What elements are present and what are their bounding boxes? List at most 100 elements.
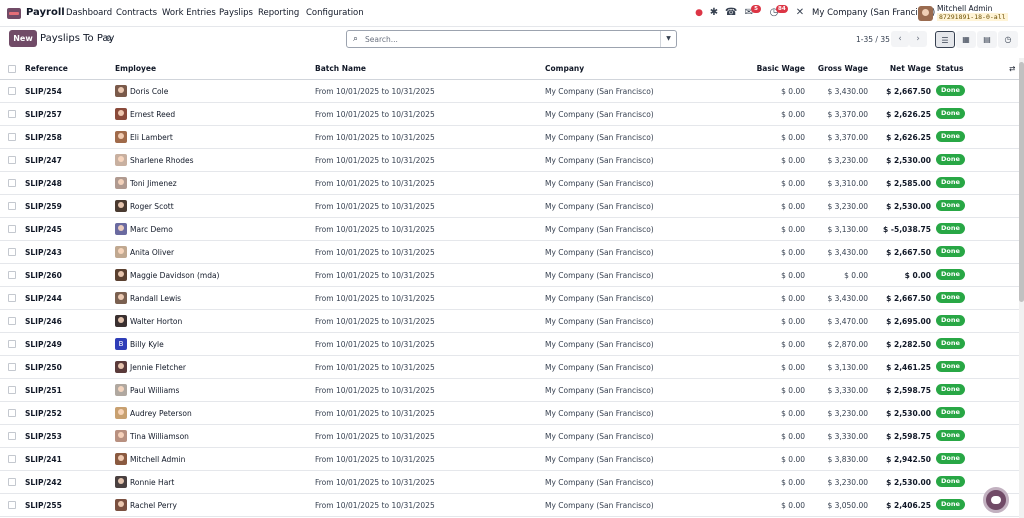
table-row[interactable]: SLIP/243 Anita Oliver From 10/01/2025 to 1…: [0, 241, 1019, 264]
cell-net-wage: $ 2,530.00: [886, 409, 931, 418]
table-row[interactable]: SLIP/248 Toni Jimenez From 10/01/2025 to 1…: [0, 172, 1019, 195]
user-avatar[interactable]: [918, 6, 933, 21]
table-row[interactable]: SLIP/251 Paul Williams From 10/01/2025 to …: [0, 379, 1019, 402]
col-basic-wage[interactable]: Basic Wage: [757, 64, 805, 73]
row-checkbox[interactable]: [8, 87, 16, 95]
col-company[interactable]: Company: [545, 64, 584, 73]
table-row[interactable]: SLIP/260 Maggie Davidson (mda) From 10/01/…: [0, 264, 1019, 287]
table-row[interactable]: SLIP/244 Randall Lewis From 10/01/2025 to …: [0, 287, 1019, 310]
menu-work-entries[interactable]: Work Entries: [162, 8, 216, 18]
cell-net-wage: $ 2,667.50: [886, 248, 931, 257]
table-row[interactable]: SLIP/247 Sharlene Rhodes From 10/01/2025 t…: [0, 149, 1019, 172]
table-row[interactable]: SLIP/255 Rachel Perry From 10/01/2025 to 1…: [0, 494, 1019, 517]
cell-gross-wage: $ 3,130.00: [827, 225, 868, 234]
cell-batch-name: From 10/01/2025 to 10/31/2025: [315, 179, 435, 188]
table-row[interactable]: SLIP/249 B Billy Kyle From 10/01/2025 to 10…: [0, 333, 1019, 356]
kanban-view-icon[interactable]: ▦: [956, 31, 976, 48]
menu-reporting[interactable]: Reporting: [258, 8, 299, 18]
app-name[interactable]: Payroll: [26, 7, 65, 18]
cell-reference: SLIP/245: [25, 225, 62, 234]
col-status[interactable]: Status: [936, 64, 963, 73]
cell-employee: Paul Williams: [130, 386, 180, 395]
chat-bubble-icon[interactable]: [983, 487, 1009, 513]
cell-basic-wage: $ 0.00: [781, 179, 805, 188]
user-name[interactable]: Mitchell Admin: [937, 4, 992, 13]
recording-dot-icon[interactable]: ●: [693, 7, 705, 19]
activity-view-icon[interactable]: ◷: [998, 31, 1018, 48]
pivot-view-icon[interactable]: ▤: [977, 31, 997, 48]
list-view-icon[interactable]: ☰: [935, 31, 955, 48]
cell-gross-wage: $ 3,470.00: [827, 317, 868, 326]
table-row[interactable]: SLIP/241 Mitchell Admin From 10/01/2025 to…: [0, 448, 1019, 471]
row-checkbox[interactable]: [8, 432, 16, 440]
row-checkbox[interactable]: [8, 478, 16, 486]
cell-gross-wage: $ 3,230.00: [827, 478, 868, 487]
row-checkbox[interactable]: [8, 179, 16, 187]
gear-icon[interactable]: ⚙: [105, 34, 112, 43]
pager-value[interactable]: 1-35 / 35: [856, 35, 890, 44]
col-employee[interactable]: Employee: [115, 64, 156, 73]
table-row[interactable]: SLIP/250 Jennie Fletcher From 10/01/2025 t…: [0, 356, 1019, 379]
row-checkbox[interactable]: [8, 363, 16, 371]
cell-company: My Company (San Francisco): [545, 202, 654, 211]
row-checkbox[interactable]: [8, 248, 16, 256]
row-checkbox[interactable]: [8, 156, 16, 164]
bug-icon[interactable]: ✱: [708, 7, 720, 19]
table-row[interactable]: SLIP/259 Roger Scott From 10/01/2025 to 10…: [0, 195, 1019, 218]
cell-employee: Ronnie Hart: [130, 478, 175, 487]
col-gross-wage[interactable]: Gross Wage: [818, 64, 868, 73]
menu-payslips[interactable]: Payslips: [219, 8, 253, 18]
chevron-left-icon[interactable]: ‹: [891, 31, 909, 47]
col-batch[interactable]: Batch Name: [315, 64, 366, 73]
status-badge: Done: [936, 154, 965, 165]
avatar-letter: B: [118, 340, 124, 348]
col-net-wage[interactable]: Net Wage: [890, 64, 931, 73]
table-row[interactable]: SLIP/245 Marc Demo From 10/01/2025 to 10/3…: [0, 218, 1019, 241]
cell-employee: Doris Cole: [130, 87, 169, 96]
search-input[interactable]: [365, 33, 655, 45]
row-checkbox[interactable]: [8, 340, 16, 348]
cell-net-wage: $ 2,530.00: [886, 478, 931, 487]
company-switcher[interactable]: My Company (San Francisco): [812, 8, 935, 18]
cell-net-wage: $ 2,626.25: [886, 110, 931, 119]
table-row[interactable]: SLIP/246 Walter Horton From 10/01/2025 to …: [0, 310, 1019, 333]
cell-company: My Company (San Francisco): [545, 110, 654, 119]
tools-icon[interactable]: ✕: [794, 7, 806, 19]
row-checkbox[interactable]: [8, 294, 16, 302]
table-row[interactable]: SLIP/252 Audrey Peterson From 10/01/2025 t…: [0, 402, 1019, 425]
payroll-app-icon[interactable]: [7, 8, 21, 19]
row-checkbox[interactable]: [8, 225, 16, 233]
chevron-right-icon[interactable]: ›: [909, 31, 927, 47]
scrollbar-thumb[interactable]: [1019, 62, 1024, 302]
row-checkbox[interactable]: [8, 386, 16, 394]
cell-company: My Company (San Francisco): [545, 363, 654, 372]
row-checkbox[interactable]: [8, 271, 16, 279]
column-settings-icon[interactable]: ⇄: [1009, 64, 1015, 73]
cell-company: My Company (San Francisco): [545, 225, 654, 234]
table-row[interactable]: SLIP/242 Ronnie Hart From 10/01/2025 to 10…: [0, 471, 1019, 494]
row-checkbox[interactable]: [8, 110, 16, 118]
menu-configuration[interactable]: Configuration: [306, 8, 364, 18]
employee-avatar: [115, 223, 127, 235]
menu-contracts[interactable]: Contracts: [116, 8, 157, 18]
new-button[interactable]: New: [9, 30, 37, 47]
row-checkbox[interactable]: [8, 202, 16, 210]
select-all-checkbox[interactable]: [8, 65, 16, 73]
table-row[interactable]: SLIP/253 Tina Williamson From 10/01/2025 t…: [0, 425, 1019, 448]
table-row[interactable]: SLIP/254 Doris Cole From 10/01/2025 to 10/…: [0, 80, 1019, 103]
row-checkbox[interactable]: [8, 409, 16, 417]
row-checkbox[interactable]: [8, 317, 16, 325]
row-checkbox[interactable]: [8, 455, 16, 463]
phone-icon[interactable]: ☎: [725, 7, 737, 19]
table-row[interactable]: SLIP/257 Ernest Reed From 10/01/2025 to 10…: [0, 103, 1019, 126]
chevron-down-icon[interactable]: ▼: [660, 31, 676, 47]
row-checkbox[interactable]: [8, 133, 16, 141]
cell-net-wage: $ 2,530.00: [886, 156, 931, 165]
cell-employee: Mitchell Admin: [130, 455, 186, 464]
cell-company: My Company (San Francisco): [545, 271, 654, 280]
menu-dashboard[interactable]: Dashboard: [66, 8, 112, 18]
row-checkbox[interactable]: [8, 501, 16, 509]
col-reference[interactable]: Reference: [25, 64, 68, 73]
scrollbar[interactable]: [1019, 58, 1024, 518]
table-row[interactable]: SLIP/258 Eli Lambert From 10/01/2025 to 10…: [0, 126, 1019, 149]
